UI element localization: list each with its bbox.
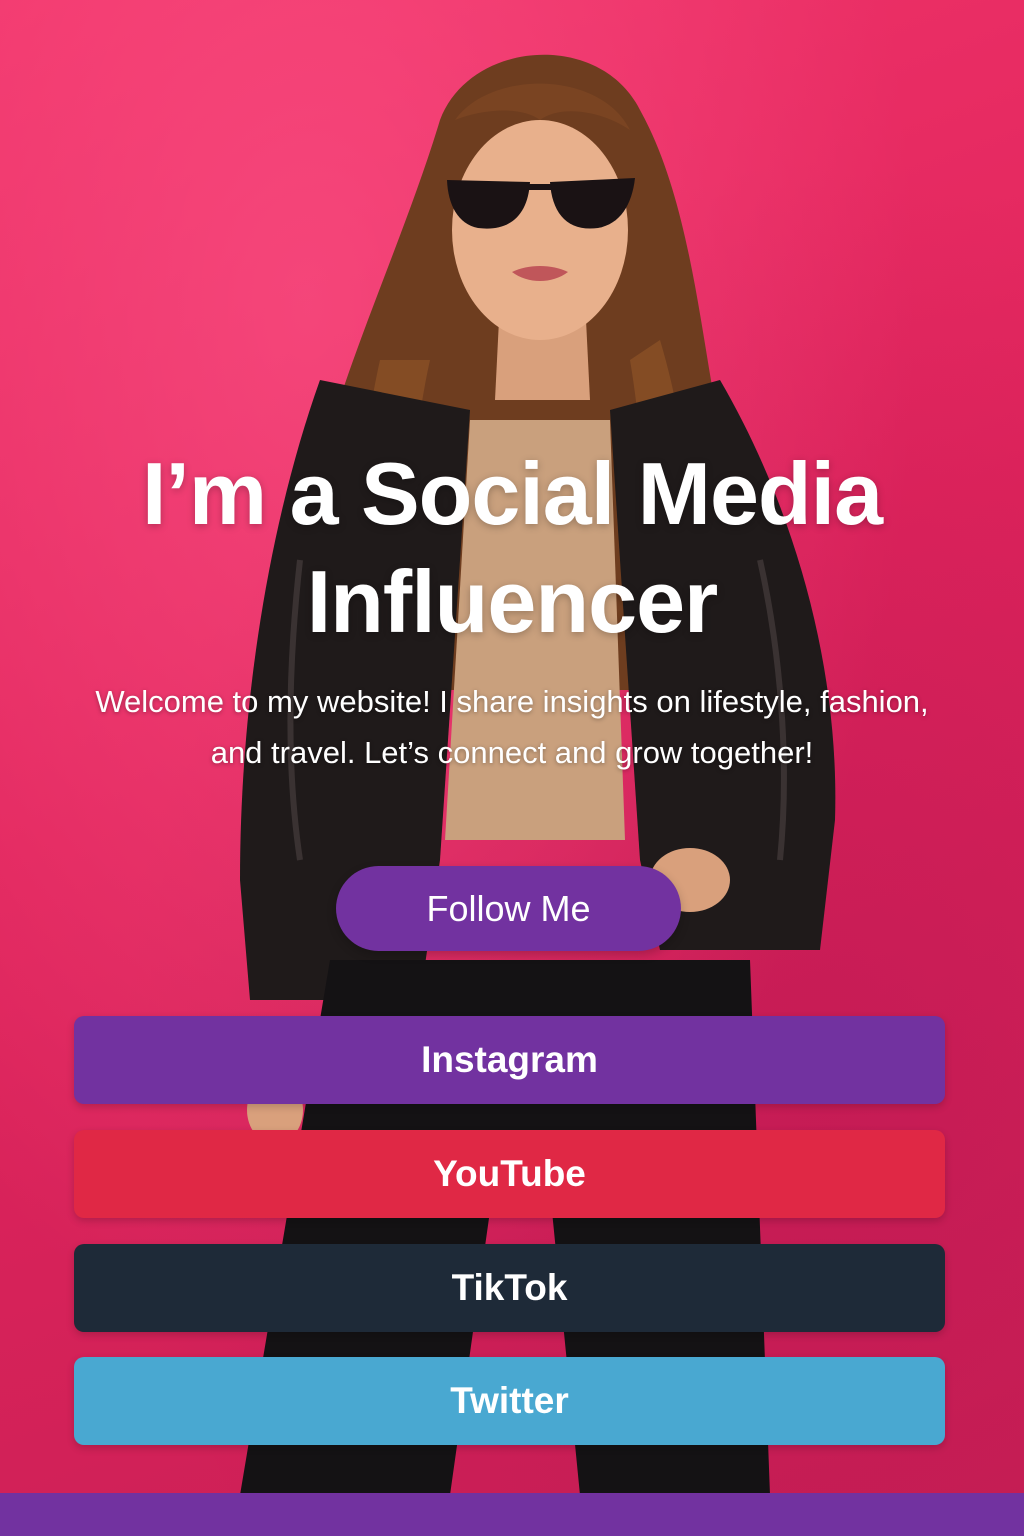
- tiktok-label: TikTok: [451, 1267, 568, 1308]
- instagram-button[interactable]: Instagram: [74, 1016, 945, 1104]
- youtube-label: YouTube: [433, 1153, 586, 1194]
- twitter-button[interactable]: Twitter: [74, 1357, 945, 1445]
- tiktok-button[interactable]: TikTok: [74, 1244, 945, 1332]
- instagram-label: Instagram: [421, 1039, 598, 1080]
- youtube-button[interactable]: YouTube: [74, 1130, 945, 1218]
- intro-text: Welcome to my website! I share insights …: [95, 684, 929, 770]
- follow-me-button[interactable]: Follow Me: [336, 866, 681, 951]
- twitter-label: Twitter: [450, 1380, 569, 1421]
- page-title: I’m a Social Media Influencer: [141, 444, 883, 651]
- footer-bar: [0, 1493, 1024, 1536]
- follow-me-label: Follow Me: [426, 887, 591, 929]
